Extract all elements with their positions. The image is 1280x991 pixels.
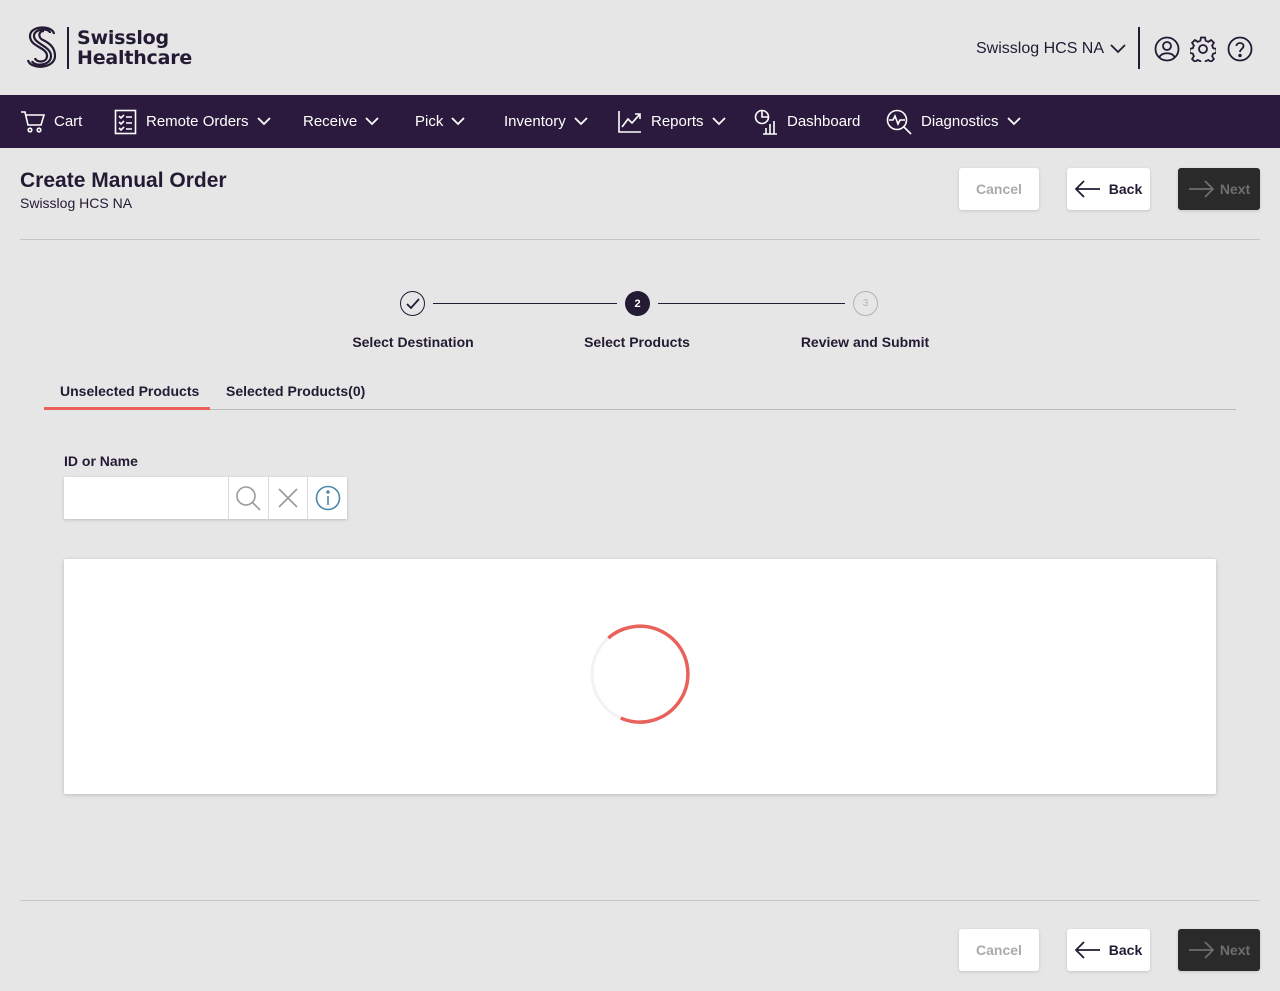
nav-item-reports[interactable]: Reports: [618, 95, 726, 148]
arrow-left-icon: [1074, 180, 1109, 198]
nav-item-label: Dashboard: [787, 113, 861, 130]
nav-item-inventory[interactable]: Inventory: [504, 95, 588, 148]
nav-item-label: Reports: [651, 113, 704, 130]
chevron-down-icon: [711, 117, 726, 126]
step-2-indicator: 2: [625, 291, 650, 316]
nav-item-label: Cart: [54, 113, 83, 130]
footer-cancel-button[interactable]: Cancel: [959, 929, 1039, 971]
back-button-label: Back: [1108, 181, 1143, 197]
nav-item-pick[interactable]: Pick: [415, 95, 465, 148]
org-selector-label: Swisslog HCS NA: [976, 40, 1105, 57]
nav-item-cart[interactable]: Cart: [20, 95, 82, 148]
products-results-panel: [64, 559, 1216, 794]
chevron-down-icon: [574, 117, 588, 126]
tab-selected-products[interactable]: Selected Products(0): [226, 383, 365, 399]
nav-item-label: Receive: [303, 113, 358, 130]
gear-icon[interactable]: [1190, 36, 1216, 62]
step-connector: [433, 303, 617, 304]
nav-item-diagnostics[interactable]: Diagnostics: [886, 95, 1021, 148]
search-box: [64, 477, 347, 519]
step-2-label: Select Products: [584, 334, 690, 350]
close-icon: [278, 488, 298, 508]
info-icon: [315, 485, 341, 511]
arrow-left-icon: [1074, 941, 1109, 959]
tabs-baseline: [44, 409, 1236, 410]
next-button[interactable]: Next: [1178, 168, 1260, 210]
help-circle-icon[interactable]: [1227, 36, 1253, 62]
page-title: Create Manual Order: [20, 169, 227, 192]
back-button-label: Back: [1108, 942, 1143, 958]
line-chart-icon: [618, 110, 642, 133]
main-navigation: Cart Remote Orders Receive Pick Inventor…: [0, 95, 1280, 148]
next-button-label: Next: [1219, 942, 1251, 958]
checklist-icon: [114, 109, 137, 135]
step-1-check-icon: [400, 291, 425, 316]
footer-divider-line: [20, 900, 1260, 901]
nav-item-label: Pick: [415, 113, 444, 130]
swisslog-logo-icon: [26, 25, 58, 71]
chevron-down-icon: [1006, 117, 1021, 126]
cart-icon: [20, 110, 45, 134]
nav-item-label: Diagnostics: [921, 113, 999, 130]
logo-divider: [67, 27, 69, 69]
page-subtitle: Swisslog HCS NA: [20, 195, 133, 211]
nav-item-label: Inventory: [504, 113, 566, 130]
dashboard-icon: [754, 109, 778, 135]
nav-item-remote-orders[interactable]: Remote Orders: [114, 95, 271, 148]
search-info-button[interactable]: [307, 477, 347, 519]
nav-item-dashboard[interactable]: Dashboard: [754, 95, 860, 148]
next-button-label: Next: [1219, 181, 1251, 197]
search-button[interactable]: [228, 477, 268, 519]
nav-item-receive[interactable]: Receive: [303, 95, 379, 148]
cancel-button-label: Cancel: [976, 181, 1022, 197]
step-3-label: Review and Submit: [800, 334, 930, 350]
step-connector: [658, 303, 845, 304]
back-button[interactable]: Back: [1067, 168, 1150, 210]
step-3-indicator: 3: [853, 291, 878, 316]
tab-unselected-products[interactable]: Unselected Products: [60, 383, 199, 399]
arrow-right-icon: [1188, 180, 1220, 198]
search-input[interactable]: [64, 477, 228, 519]
diagnostics-icon: [886, 109, 912, 135]
chevron-down-icon: [1110, 44, 1126, 54]
user-circle-icon[interactable]: [1154, 36, 1180, 62]
brand-logo[interactable]: Swisslog Healthcare: [26, 25, 192, 71]
search-icon: [235, 485, 261, 511]
cancel-button-label: Cancel: [976, 942, 1022, 958]
nav-item-label: Remote Orders: [146, 113, 249, 130]
top-header: Swisslog Healthcare Swisslog HCS NA: [0, 0, 1280, 95]
footer-back-button[interactable]: Back: [1067, 929, 1150, 971]
cancel-button[interactable]: Cancel: [959, 168, 1039, 210]
org-selector[interactable]: Swisslog HCS NA: [976, 40, 1126, 58]
active-tab-indicator: [44, 407, 210, 410]
step-1-label: Select Destination: [352, 334, 474, 350]
header-divider-line: [20, 239, 1260, 240]
header-divider: [1138, 27, 1140, 69]
chevron-down-icon: [256, 117, 271, 126]
loading-spinner-icon: [590, 624, 690, 724]
chevron-down-icon: [365, 117, 379, 126]
search-field-label: ID or Name: [64, 453, 138, 469]
brand-name: Swisslog Healthcare: [77, 27, 193, 69]
clear-search-button[interactable]: [267, 477, 308, 519]
footer-next-button[interactable]: Next: [1178, 929, 1260, 971]
chevron-down-icon: [451, 117, 465, 126]
arrow-right-icon: [1188, 941, 1220, 959]
